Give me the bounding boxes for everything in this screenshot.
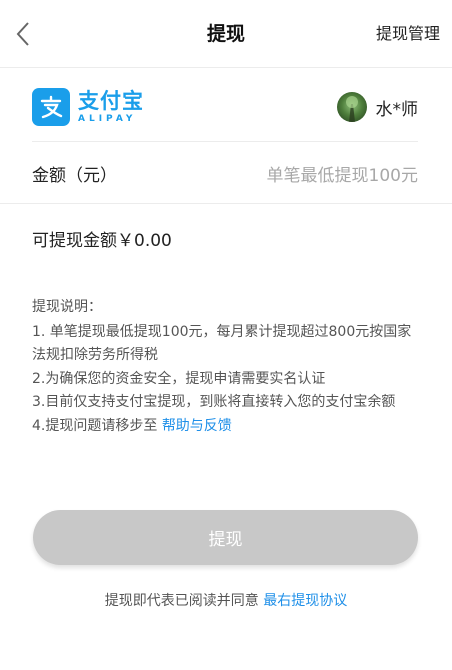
alipay-brand-en: ALIPAY <box>78 114 137 124</box>
header-bar: 提现 提现管理 <box>0 0 452 68</box>
note-item: 2.为确保您的资金安全，提现申请需要实名认证 <box>32 370 326 387</box>
avatar <box>336 92 367 122</box>
help-feedback-link[interactable]: 帮助与反馈 <box>162 418 232 434</box>
agreement-link[interactable]: 最右提现协议 <box>263 593 347 609</box>
agreement-text: 提现即代表已阅读并同意 最右提现协议 <box>0 590 452 610</box>
alipay-logo: 支付宝 ALIPAY <box>32 88 144 126</box>
account-user-name: 水*师 <box>375 99 419 120</box>
withdraw-management-link[interactable]: 提现管理 <box>376 0 440 68</box>
amount-label: 金额（元） <box>32 166 117 186</box>
notes-title: 提现说明： <box>32 299 102 315</box>
account-user: 水*师 <box>336 91 419 123</box>
payout-account-row[interactable]: 支付宝 ALIPAY 水*师 <box>32 68 418 142</box>
note-item-help: 4.提现问题请移步至 帮助与反馈 <box>32 415 422 439</box>
note-help-prefix: 4.提现问题请移步至 <box>32 417 162 434</box>
available-balance: 可提现金额￥0.00 <box>32 231 172 251</box>
withdraw-page: 提现 提现管理 支付宝 ALIPAY 水*师 金额（元） 单笔最低提现100元 … <box>0 0 452 670</box>
agreement-prefix: 提现即代表已阅读并同意 <box>104 593 264 609</box>
note-item: 3.目前仅支持支付宝提现，到账将直接转入您的支付宝余额 <box>32 394 396 410</box>
alipay-brand-cn: 支付宝 <box>78 89 144 113</box>
withdraw-submit-button[interactable]: 提现 <box>33 510 418 565</box>
note-item: 1. 单笔提现最低提现100元，每月累计提现超过800元按国家法规扣除劳务所得税 <box>32 323 412 364</box>
amount-row: 金额（元） <box>0 142 452 204</box>
alipay-icon <box>32 88 70 126</box>
amount-input[interactable] <box>178 156 418 196</box>
withdraw-notes: 提现说明： 1. 单笔提现最低提现100元，每月累计提现超过800元按国家法规扣… <box>32 296 422 438</box>
